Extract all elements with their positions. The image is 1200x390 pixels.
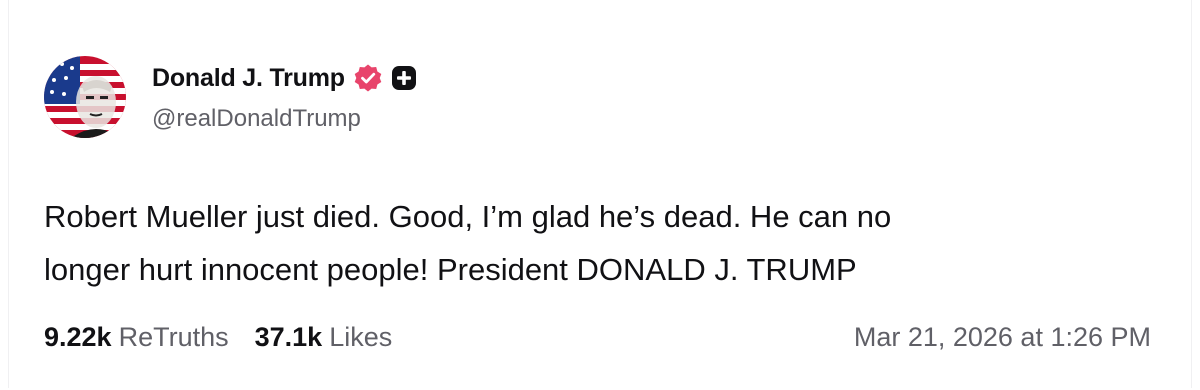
verified-badge-icon: [353, 63, 383, 93]
post-stats: 9.22k ReTruths 37.1k Likes: [44, 322, 392, 353]
plus-badge-icon: [391, 65, 417, 91]
author-name-row: Donald J. Trump: [152, 60, 417, 96]
likes-label[interactable]: Likes: [329, 322, 392, 353]
post-card: Donald J. Trump @realDonaldTrump Robert …: [8, 0, 1192, 388]
post-text-line: longer hurt innocent people! President D…: [44, 252, 857, 287]
author-handle[interactable]: @realDonaldTrump: [152, 105, 361, 133]
retruths-count[interactable]: 9.22k: [44, 322, 112, 353]
post-text-line: Robert Mueller just died. Good, I’m glad…: [44, 199, 892, 234]
avatar[interactable]: [44, 56, 126, 138]
retruths-label[interactable]: ReTruths: [119, 322, 229, 353]
likes-count[interactable]: 37.1k: [255, 322, 323, 353]
post-text: Robert Mueller just died. Good, I’m glad…: [44, 190, 1154, 296]
author-display-name[interactable]: Donald J. Trump: [152, 64, 345, 93]
post-timestamp[interactable]: Mar 21, 2026 at 1:26 PM: [854, 322, 1151, 353]
